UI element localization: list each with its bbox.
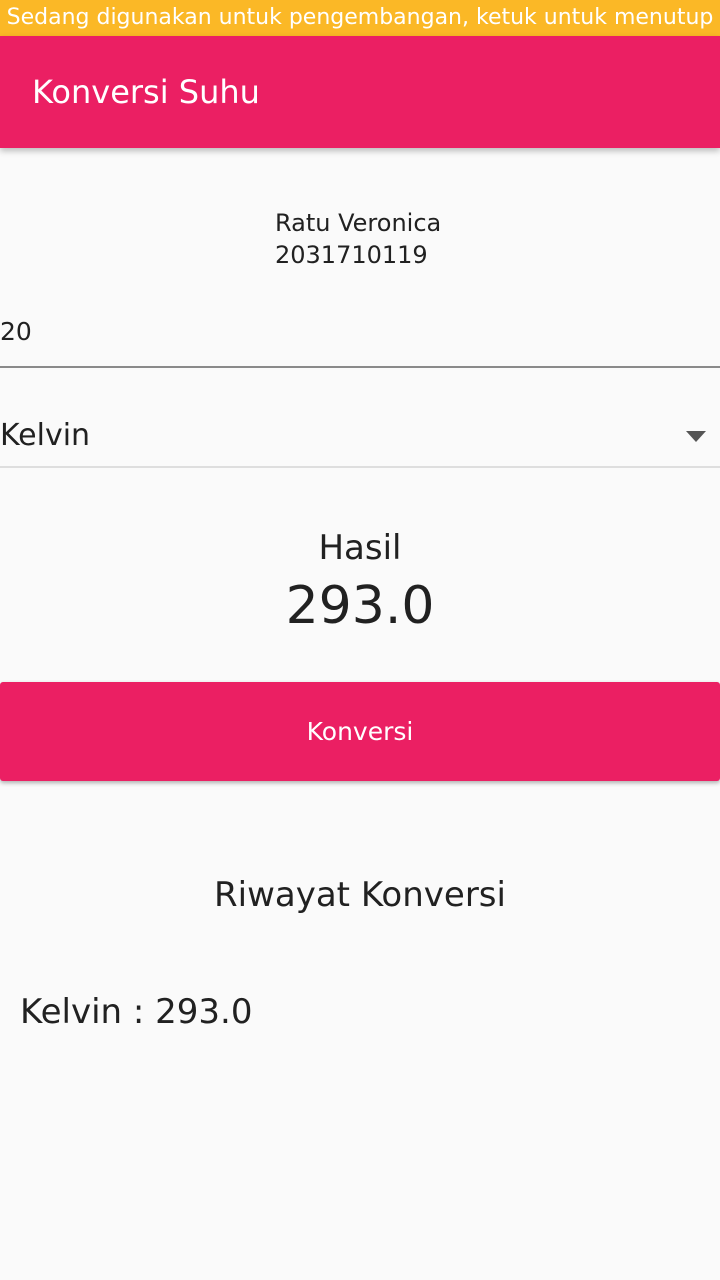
history-title: Riwayat Konversi	[214, 875, 506, 915]
app-bar: Konversi Suhu	[0, 36, 720, 148]
history-item: Kelvin : 293.0	[20, 992, 253, 1032]
unit-dropdown-value: Kelvin	[0, 418, 91, 453]
convert-button[interactable]: Konversi	[0, 682, 720, 781]
result-value: 293.0	[285, 576, 435, 636]
student-id: 2031710119	[275, 241, 428, 269]
history-list: Kelvin : 293.0	[20, 990, 700, 1034]
student-name: Ratu Veronica	[275, 209, 442, 237]
dropdown-caret-icon	[686, 431, 706, 442]
student-info: Ratu Veronica 2031710119	[275, 207, 441, 271]
result-label: Hasil	[318, 528, 402, 568]
dev-mode-banner[interactable]: Sedang digunakan untuk pengembangan, ket…	[0, 0, 720, 36]
temperature-input[interactable]	[0, 296, 720, 368]
app-title: Konversi Suhu	[32, 73, 260, 111]
unit-dropdown[interactable]: Kelvin	[0, 404, 720, 468]
